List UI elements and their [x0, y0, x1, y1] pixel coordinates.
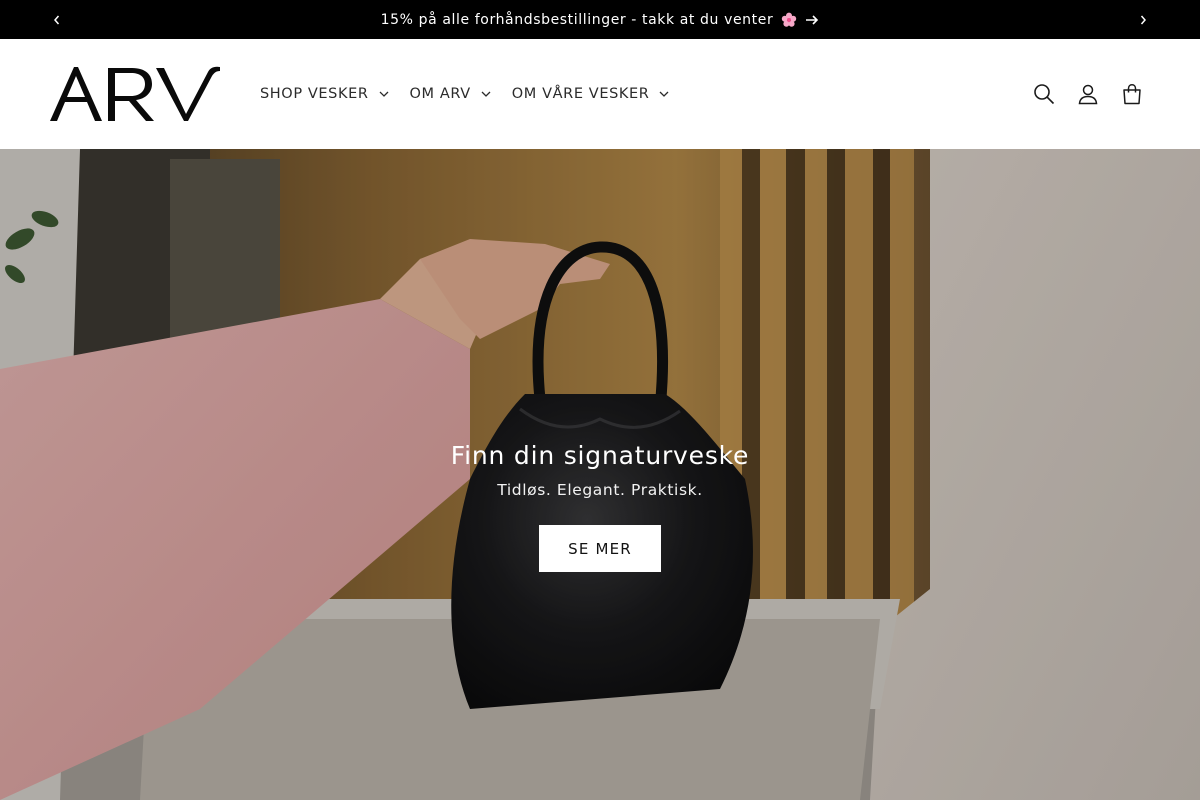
nav-om-vare-vesker[interactable]: OM VÅRE VESKER	[512, 86, 670, 102]
search-icon	[1034, 84, 1055, 105]
se-mer-button[interactable]: SE MER	[539, 525, 661, 572]
search-button[interactable]	[1022, 72, 1066, 116]
announcement-link[interactable]: 15% på alle forhåndsbestillinger - takk …	[381, 12, 820, 28]
announcement-prev-button[interactable]	[37, 0, 77, 39]
chevron-down-icon	[379, 91, 388, 97]
site-header: SHOP VESKER OM ARV OM VÅRE VESKER	[0, 39, 1200, 149]
chevron-left-icon	[54, 15, 60, 24]
cart-button[interactable]	[1110, 72, 1154, 116]
account-button[interactable]	[1066, 72, 1110, 116]
nav-shop-vesker[interactable]: SHOP VESKER	[260, 86, 389, 102]
nav-label: OM VÅRE VESKER	[511, 86, 650, 102]
hero-banner: Finn din signaturveske Tidløs. Elegant. …	[0, 149, 1200, 800]
nav-om-arv[interactable]: OM ARV	[410, 86, 491, 102]
hero-subtitle: Tidløs. Elegant. Praktisk.	[497, 481, 703, 499]
header-icons	[1022, 72, 1154, 116]
chevron-down-icon	[481, 91, 491, 97]
announcement-text: 15% på alle forhåndsbestillinger - takk …	[380, 11, 774, 28]
announcement-next-button[interactable]	[1123, 0, 1163, 39]
nav-label: SHOP VESKER	[260, 86, 369, 102]
hero-content: Finn din signaturveske Tidløs. Elegant. …	[0, 439, 1200, 572]
logo[interactable]	[48, 64, 224, 124]
arrow-right-icon	[806, 14, 819, 25]
cherry-blossom-icon	[782, 12, 797, 27]
main-nav: SHOP VESKER OM ARV OM VÅRE VESKER	[260, 39, 690, 149]
chevron-right-icon	[1140, 15, 1146, 24]
announcement-bar: 15% på alle forhåndsbestillinger - takk …	[0, 0, 1200, 39]
cart-icon	[1123, 84, 1141, 105]
hero-title: Finn din signaturveske	[450, 441, 750, 470]
nav-label: OM ARV	[409, 86, 471, 102]
account-icon	[1078, 84, 1098, 105]
arv-logo	[50, 66, 220, 121]
chevron-down-icon	[659, 91, 669, 97]
